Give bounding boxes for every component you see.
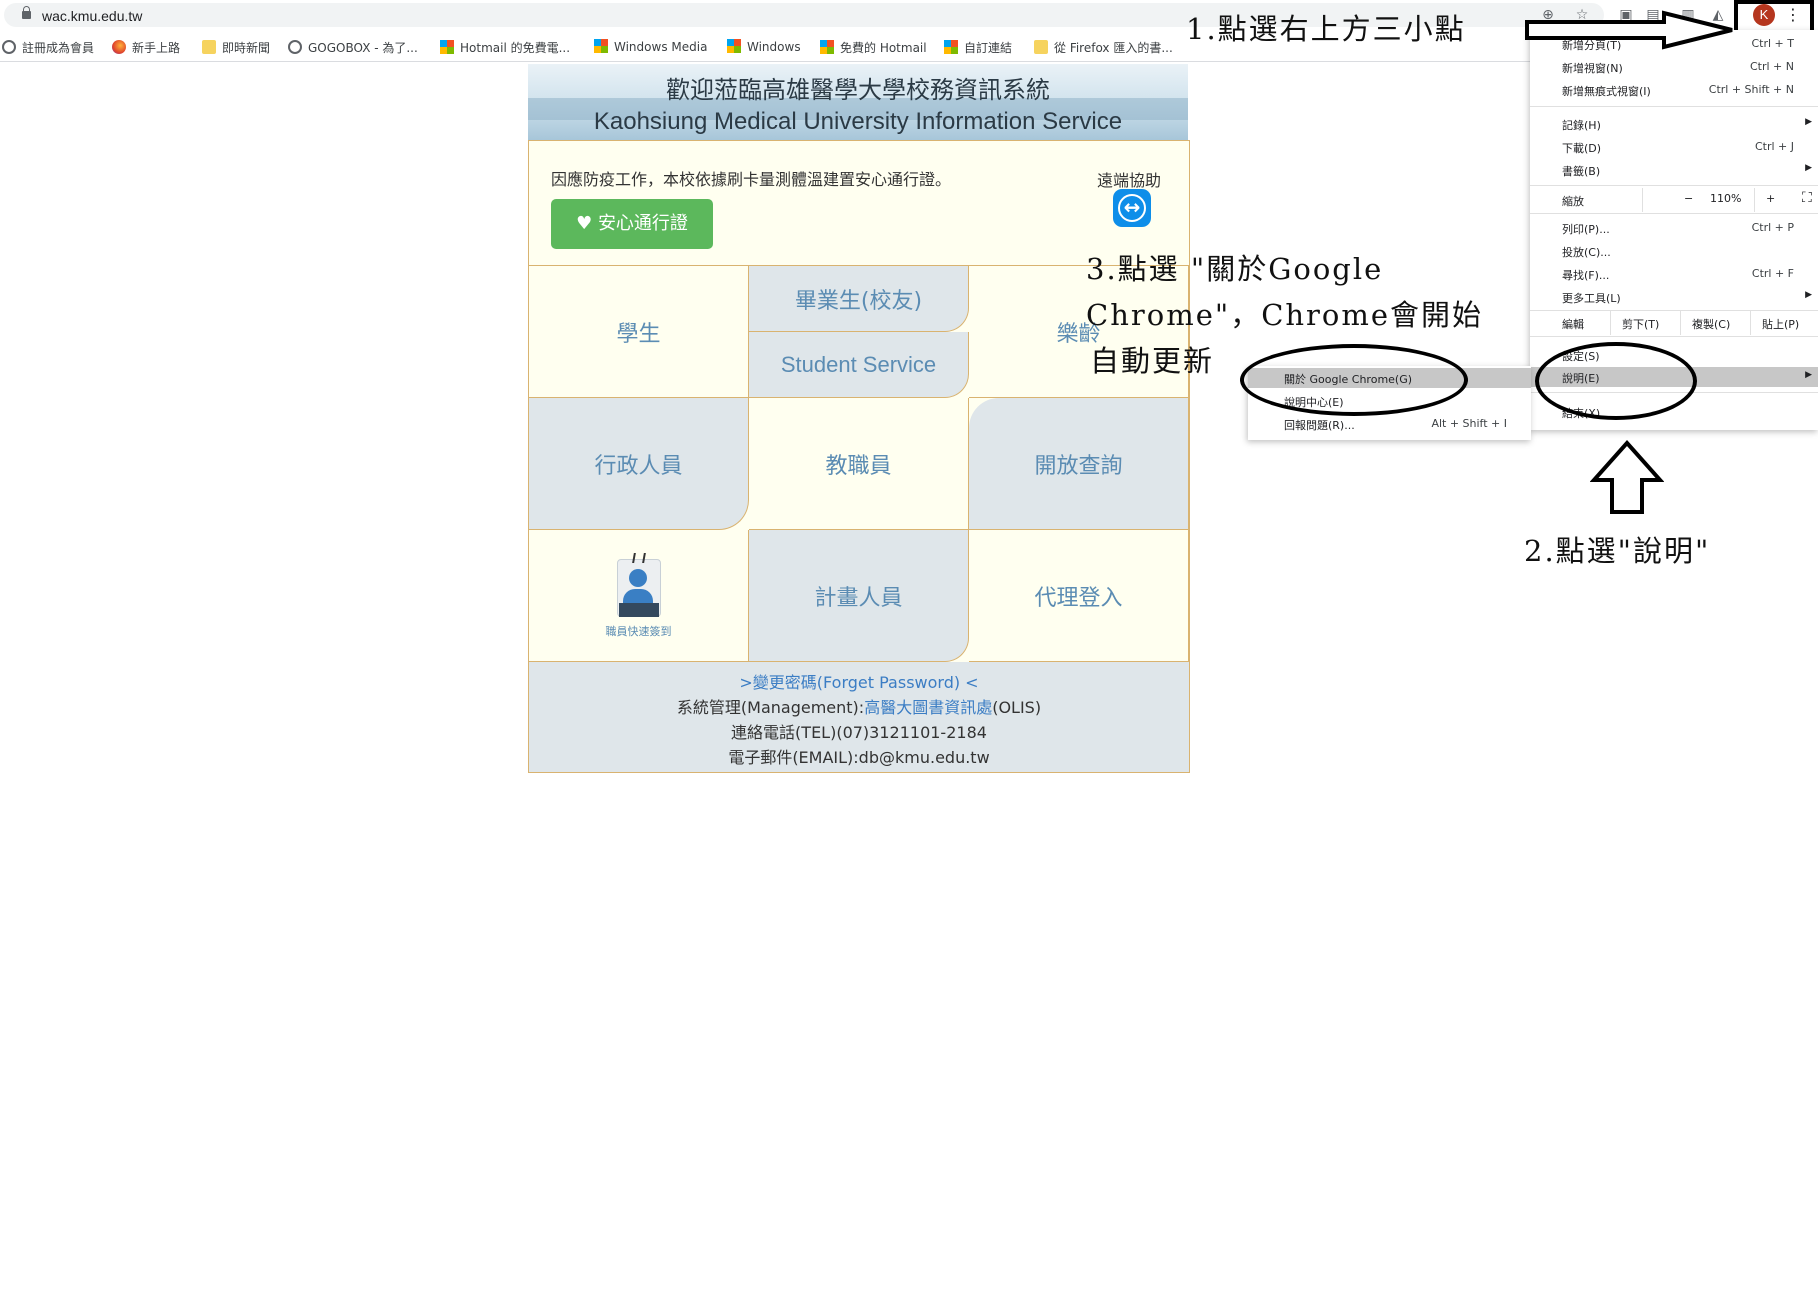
tile-student[interactable]: 學生: [529, 266, 749, 398]
tile-student-service[interactable]: Student Service: [749, 332, 969, 398]
up-arrow-icon: [1590, 440, 1664, 514]
menu-history[interactable]: 記錄(H) ▶: [1530, 114, 1818, 134]
annotation-step3-line1: 3.點選 "關於Google: [1086, 252, 1384, 286]
tile-open-query[interactable]: 開放查詢: [969, 398, 1189, 530]
microsoft-icon: [727, 39, 741, 53]
folder-icon: [1034, 40, 1048, 54]
safe-pass-label: 安心通行證: [597, 213, 688, 234]
zoom-in-button[interactable]: +: [1766, 192, 1775, 205]
menu-bookmarks[interactable]: 書籤(B) ▶: [1530, 160, 1818, 180]
bookmark-item[interactable]: 免費的 Hotmail: [820, 39, 927, 55]
tile-project[interactable]: 計畫人員: [749, 530, 969, 662]
chevron-right-icon: ▶: [1805, 117, 1812, 127]
portal-subtitle: Kaohsiung Medical University Information…: [593, 108, 1123, 135]
bookmark-item[interactable]: Windows Media: [594, 39, 707, 55]
menu-separator: [1530, 185, 1818, 186]
menu-zoom: 縮放 − 110% + ⛶: [1562, 190, 1812, 208]
tel-line: 連絡電話(TEL)(07)3121101-2184: [731, 723, 987, 742]
annotation-step3-line2: Chrome"，Chrome會開始: [1086, 298, 1484, 332]
remote-assist-label: 遠端協助: [1097, 171, 1162, 190]
tile-label: Student Service: [780, 351, 937, 377]
tile-label: 行政人員: [594, 453, 683, 479]
safe-pass-button[interactable]: ♥ 安心通行證: [551, 199, 713, 249]
tile-label: 教職員: [825, 453, 892, 479]
url-text[interactable]: wac.kmu.edu.tw: [42, 8, 142, 24]
tile-label: 畢業生(校友): [794, 288, 923, 314]
bookmark-item[interactable]: 即時新聞: [202, 39, 270, 55]
menu-find[interactable]: 尋找(F)... Ctrl + F: [1530, 264, 1818, 284]
menu-more-tools[interactable]: 更多工具(L) ▶: [1530, 287, 1818, 307]
menu-downloads[interactable]: 下載(D) Ctrl + J: [1530, 137, 1818, 157]
bookmark-item[interactable]: Windows: [727, 39, 801, 55]
chevron-right-icon: ▶: [1805, 370, 1812, 380]
fullscreen-icon[interactable]: ⛶: [1802, 190, 1812, 206]
portal-footer: >變更密碼(Forget Password) < 系統管理(Management…: [529, 662, 1189, 772]
change-password-link[interactable]: >變更密碼(Forget Password) <: [739, 673, 978, 692]
chevron-right-icon: ▶: [1805, 163, 1812, 173]
folder-icon: [202, 40, 216, 54]
chevron-right-icon: ▶: [1805, 290, 1812, 300]
zoom-level: 110%: [1710, 192, 1742, 205]
submenu-report-issue[interactable]: 回報問題(R)... Alt + Shift + I: [1248, 414, 1531, 434]
annotation-ellipse-help: [1535, 342, 1697, 420]
firefox-icon: [112, 40, 126, 54]
menu-print[interactable]: 列印(P)... Ctrl + P: [1530, 218, 1818, 238]
microsoft-icon: [820, 40, 834, 54]
tile-proxy-login[interactable]: 代理登入: [969, 530, 1189, 662]
annotation-step3-line3: 自動更新: [1090, 344, 1215, 378]
tile-label: 代理登入: [1034, 585, 1123, 611]
portal-panel: 因應防疫工作，本校依據刷卡量測體溫建置安心通行證。 ♥ 安心通行證 遠端協助 學…: [528, 140, 1190, 773]
bookmark-item[interactable]: 自訂連結: [944, 39, 1012, 55]
email-line: 電子郵件(EMAIL):db@kmu.edu.tw: [728, 748, 990, 767]
tile-label: 計畫人員: [814, 585, 903, 611]
tile-label: 開放查詢: [1034, 453, 1123, 479]
notice-text: 因應防疫工作，本校依據刷卡量測體溫建置安心通行證。: [551, 170, 952, 189]
zoom-out-button[interactable]: −: [1684, 192, 1693, 205]
annotation-ellipse-about: [1240, 344, 1468, 416]
microsoft-icon: [440, 40, 454, 54]
annotation-step2: 2.點選"說明": [1524, 534, 1711, 568]
bookmark-item[interactable]: 註冊成為會員: [2, 39, 94, 55]
globe-icon: [288, 40, 302, 54]
bookmark-item[interactable]: GOGOBOX - 為了...: [288, 39, 418, 55]
tile-staff[interactable]: 教職員: [749, 398, 969, 530]
mgmt-suffix: (OLIS): [992, 698, 1042, 717]
lock-icon: [22, 6, 31, 19]
edit-label: 編輯: [1562, 318, 1584, 331]
menu-separator: [1530, 336, 1818, 337]
tile-alumni[interactable]: 畢業生(校友): [749, 266, 969, 332]
portal-title: 歡迎蒞臨高雄醫學大學校務資訊系統: [666, 76, 1050, 104]
menu-separator: [1530, 213, 1818, 214]
olis-link[interactable]: 高醫大圖書資訊處: [864, 698, 992, 717]
copy-button[interactable]: 複製(C): [1692, 316, 1730, 332]
menu-incognito[interactable]: 新增無痕式視窗(I) Ctrl + Shift + N: [1530, 80, 1818, 100]
bookmark-item[interactable]: Hotmail 的免費電...: [440, 39, 570, 55]
menu-separator: [1530, 106, 1818, 107]
right-arrow-icon: [1525, 10, 1733, 50]
cut-button[interactable]: 剪下(T): [1622, 316, 1659, 332]
heart-icon: ♥: [576, 213, 593, 234]
bookmark-item[interactable]: 新手上路: [112, 39, 180, 55]
menu-edit-row: 編輯 剪下(T) 複製(C) 貼上(P): [1530, 311, 1818, 335]
management-line: 系統管理(Management):高醫大圖書資訊處(OLIS): [529, 695, 1189, 720]
tile-quick-checkin[interactable]: 職員快速簽到: [529, 530, 749, 662]
annotation-step1: 1.點選右上方三小點: [1186, 12, 1466, 46]
paste-button[interactable]: 貼上(P): [1762, 316, 1799, 332]
menu-new-window[interactable]: 新增視窗(N) Ctrl + N: [1530, 57, 1818, 77]
tile-label: 職員快速簽到: [605, 624, 672, 638]
globe-icon: [2, 40, 16, 54]
teamviewer-icon[interactable]: [1113, 189, 1151, 227]
id-badge-icon: [615, 552, 663, 621]
microsoft-icon: [944, 40, 958, 54]
tile-label: 學生: [616, 321, 661, 347]
mgmt-prefix: 系統管理(Management):: [676, 698, 865, 717]
portal-banner: 歡迎蒞臨高雄醫學大學校務資訊系統 Kaohsiung Medical Unive…: [528, 64, 1188, 140]
microsoft-icon: [594, 39, 608, 53]
tile-admin[interactable]: 行政人員: [529, 398, 749, 530]
menu-cast[interactable]: 投放(C)...: [1530, 241, 1818, 261]
bookmark-item[interactable]: 從 Firefox 匯入的書...: [1034, 39, 1173, 55]
